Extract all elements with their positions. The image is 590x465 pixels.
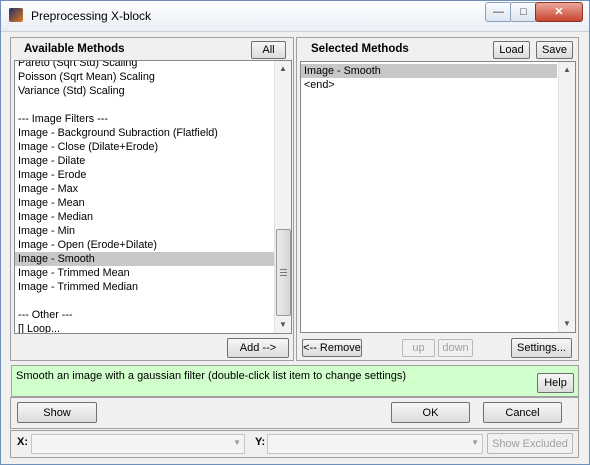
list-item[interactable]: Image - Median (15, 210, 275, 224)
matlab-icon (9, 8, 23, 22)
list-item[interactable]: Image - Open (Erode+Dilate) (15, 238, 275, 252)
selected-methods-list[interactable]: Image - Smooth <end> ▲ ▼ (300, 61, 576, 333)
all-button[interactable]: All (251, 41, 286, 59)
list-item[interactable]: Image - Close (Dilate+Erode) (15, 140, 275, 154)
show-button[interactable]: Show (17, 402, 97, 423)
scroll-thumb[interactable] (276, 229, 291, 316)
description-text: Smooth an image with a gaussian filter (… (16, 370, 407, 382)
list-item[interactable] (15, 294, 275, 308)
y-axis-label: Y: (255, 436, 266, 448)
save-button[interactable]: Save (536, 41, 573, 59)
add-button[interactable]: Add --> (227, 338, 289, 358)
settings-button[interactable]: Settings... (511, 338, 572, 358)
list-item[interactable]: Image - Dilate (15, 154, 275, 168)
list-item[interactable]: Image - Min (15, 224, 275, 238)
list-item[interactable] (15, 98, 275, 112)
window-title: Preprocessing X-block (31, 9, 152, 23)
action-bar: Show OK Cancel (10, 397, 579, 429)
x-axis-label: X: (17, 436, 28, 448)
minimize-button[interactable]: — (485, 2, 512, 22)
list-item[interactable]: Image - Trimmed Median (15, 280, 275, 294)
list-item[interactable]: Variance (Std) Scaling (15, 84, 275, 98)
minimize-icon: — (493, 6, 504, 18)
list-item[interactable]: <end> (301, 78, 557, 92)
selected-methods-header: Selected Methods (311, 43, 409, 55)
scroll-up-icon[interactable]: ▲ (559, 62, 575, 78)
list-item[interactable]: Image - Smooth (15, 252, 275, 266)
available-list-scrollbar[interactable]: ▲ ▼ (274, 61, 291, 333)
list-item[interactable]: Image - Erode (15, 168, 275, 182)
list-item[interactable]: Image - Trimmed Mean (15, 266, 275, 280)
y-axis-select[interactable]: ▼ (267, 434, 483, 454)
cancel-button[interactable]: Cancel (483, 402, 562, 423)
scroll-down-icon[interactable]: ▼ (275, 317, 291, 333)
selected-list-scrollbar[interactable]: ▲ ▼ (558, 62, 575, 332)
chevron-down-icon: ▼ (471, 438, 479, 447)
list-item[interactable]: Image - Max (15, 182, 275, 196)
selected-methods-panel: Selected Methods Load Save Image - Smoot… (296, 37, 579, 361)
x-axis-select[interactable]: ▼ (31, 434, 245, 454)
list-item[interactable]: Image - Background Subraction (Flatfield… (15, 126, 275, 140)
list-item[interactable]: Image - Mean (15, 196, 275, 210)
up-button[interactable]: up (402, 339, 435, 357)
list-item[interactable]: Image - Smooth (301, 64, 557, 78)
list-item[interactable]: Pareto (Sqrt Std) Scaling (15, 61, 275, 70)
help-button[interactable]: Help (537, 373, 574, 393)
close-button[interactable]: ✕ (535, 2, 583, 22)
available-methods-header: Available Methods (24, 43, 125, 55)
available-methods-list[interactable]: Pareto (Sqrt Std) Scaling Poisson (Sqrt M… (14, 60, 292, 334)
chevron-down-icon: ▼ (233, 438, 241, 447)
list-item[interactable]: --- Other --- (15, 308, 275, 322)
scroll-down-icon[interactable]: ▼ (559, 316, 575, 332)
available-methods-panel: Available Methods All Pareto (Sqrt Std) … (10, 37, 294, 361)
preprocessing-window: Preprocessing X-block — □ ✕ Available Me… (0, 0, 590, 465)
method-description: Smooth an image with a gaussian filter (… (11, 365, 579, 397)
load-button[interactable]: Load (493, 41, 530, 59)
down-button[interactable]: down (438, 339, 473, 357)
list-item[interactable]: --- Image Filters --- (15, 112, 275, 126)
close-icon: ✕ (554, 6, 564, 18)
maximize-icon: □ (520, 6, 527, 18)
list-item[interactable]: [] Loop... (15, 322, 275, 333)
show-excluded-button[interactable]: Show Excluded (487, 433, 573, 454)
remove-button[interactable]: <-- Remove (302, 339, 362, 357)
maximize-button[interactable]: □ (510, 2, 537, 22)
ok-button[interactable]: OK (391, 402, 470, 423)
title-bar[interactable]: Preprocessing X-block — □ ✕ (1, 1, 589, 32)
list-item[interactable]: Poisson (Sqrt Mean) Scaling (15, 70, 275, 84)
axes-panel: X: ▼ Y: ▼ Show Excluded (10, 430, 579, 458)
scroll-up-icon[interactable]: ▲ (275, 61, 291, 77)
